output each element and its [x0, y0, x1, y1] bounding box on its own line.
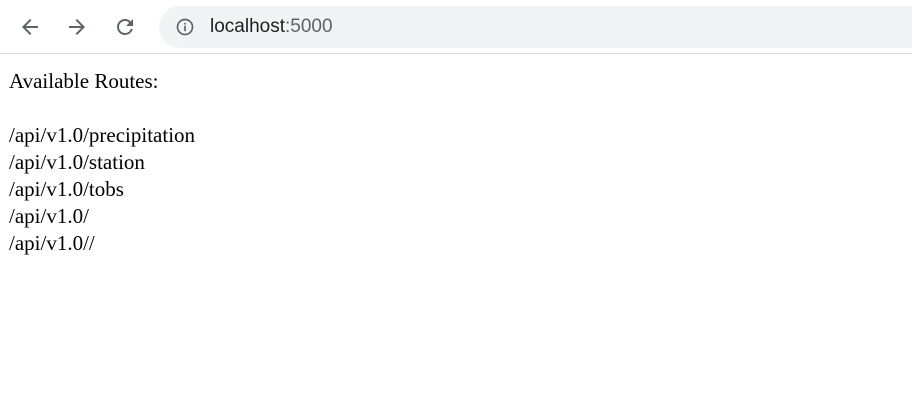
back-button[interactable] [14, 11, 46, 43]
reload-button[interactable] [109, 11, 141, 43]
line-break [9, 95, 912, 122]
page-content: Available Routes: /api/v1.0/precipitatio… [0, 54, 912, 257]
route-item: /api/v1.0/precipitation [9, 123, 196, 147]
reload-icon [117, 19, 133, 35]
address-bar[interactable]: localhost:5000 [159, 6, 912, 48]
arrow-right-icon [69, 19, 85, 35]
url-text[interactable]: localhost:5000 [210, 16, 333, 38]
route-item: /api/v1.0/station [9, 150, 145, 174]
route-item: /api/v1.0/ [9, 204, 89, 228]
url-host: localhost [210, 16, 285, 37]
info-icon[interactable] [175, 17, 195, 37]
route-list: /api/v1.0/precipitation /api/v1.0/statio… [9, 122, 912, 257]
route-item: /api/v1.0// [9, 231, 95, 255]
url-port: :5000 [285, 16, 333, 37]
page-heading: Available Routes: [9, 69, 159, 93]
route-item: /api/v1.0/tobs [9, 177, 124, 201]
browser-toolbar: localhost:5000 [0, 0, 912, 54]
forward-button[interactable] [61, 11, 93, 43]
arrow-left-icon [22, 19, 38, 35]
